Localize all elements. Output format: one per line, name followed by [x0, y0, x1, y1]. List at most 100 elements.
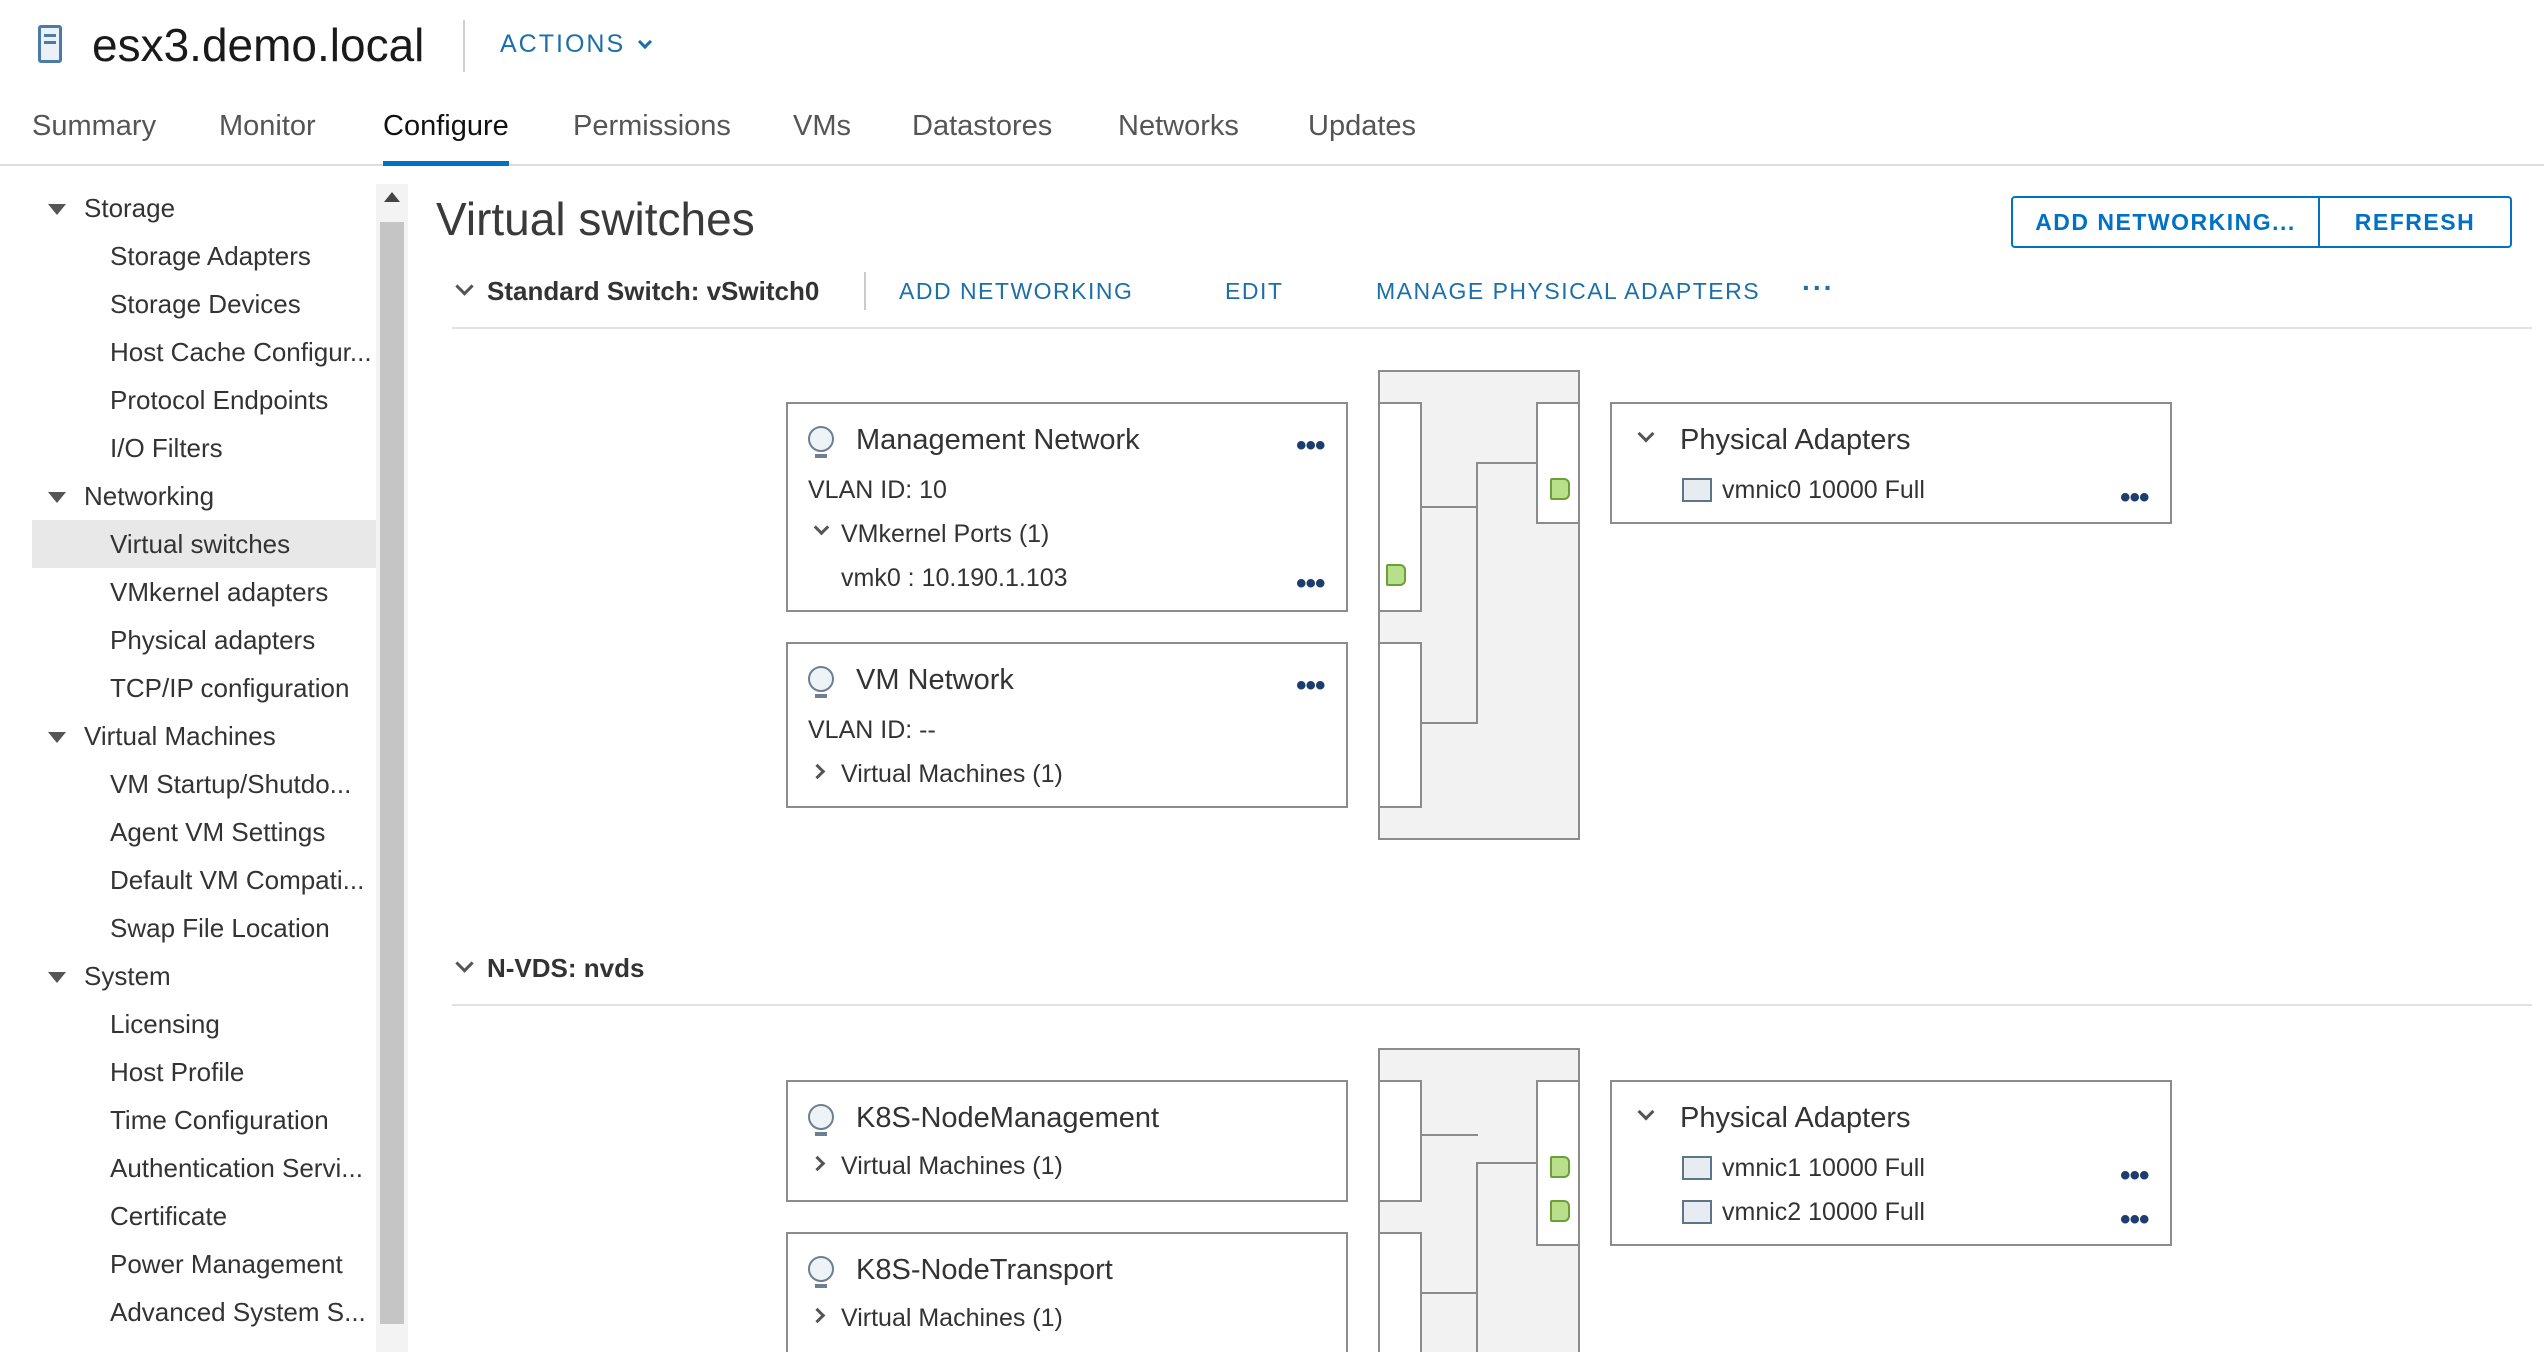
caret-down-icon[interactable]: [48, 204, 66, 215]
edit-link[interactable]: EDIT: [1225, 278, 1283, 305]
nic-label[interactable]: vmnic2 10000 Full: [1722, 1198, 1925, 1227]
sidebar-item-default-vm-compati[interactable]: Default VM Compati...: [32, 856, 376, 904]
sidebar-item-licensing[interactable]: Licensing: [32, 1000, 376, 1048]
tab-networks[interactable]: Networks: [1118, 110, 1239, 166]
sidebar-item-vmkernel-adapters[interactable]: VMkernel adapters: [32, 568, 376, 616]
caret-down-icon[interactable]: [48, 492, 66, 503]
connector-line: [1420, 1292, 1478, 1294]
vmkernel-ports-toggle[interactable]: VMkernel Ports (1): [841, 520, 1049, 549]
sidebar-item-label: Virtual Machines: [84, 721, 276, 751]
uplink-port-icon[interactable]: [1550, 1200, 1570, 1222]
vmk-port[interactable]: vmk0 : 10.190.1.103: [841, 564, 1068, 593]
chevron-down-icon[interactable]: [455, 277, 474, 296]
more-options-icon[interactable]: •••: [1296, 671, 1325, 701]
sidebar-item-advanced-system-s[interactable]: Advanced System S...: [32, 1288, 376, 1336]
caret-down-icon[interactable]: [48, 732, 66, 743]
sidebar-item-host-cache-configur[interactable]: Host Cache Configur...: [32, 328, 376, 376]
tab-vms[interactable]: VMs: [793, 110, 851, 166]
scroll-up-icon[interactable]: [384, 192, 400, 202]
sidebar-group-networking[interactable]: Networking: [32, 472, 376, 520]
sidebar-item-label: I/O Filters: [110, 433, 223, 463]
tab-datastores[interactable]: Datastores: [912, 110, 1052, 166]
chevron-down-icon[interactable]: [1637, 1103, 1655, 1121]
more-options-icon[interactable]: •••: [1296, 569, 1325, 599]
portgroup-icon: [808, 1104, 834, 1136]
virtual-machines-toggle[interactable]: Virtual Machines (1): [841, 1152, 1063, 1181]
sidebar-item-certificate[interactable]: Certificate: [32, 1192, 376, 1240]
chevron-right-icon[interactable]: [809, 1307, 826, 1324]
vlan-id: VLAN ID: 10: [808, 476, 947, 504]
sidebar-item-vm-startup-shutdo[interactable]: VM Startup/Shutdo...: [32, 760, 376, 808]
scroll-thumb[interactable]: [380, 222, 404, 1324]
sidebar-item-label: Agent VM Settings: [110, 817, 326, 847]
portgroup-vm-network[interactable]: VM Network ••• VLAN ID: -- Virtual Machi…: [786, 642, 1348, 808]
sidebar-item-virtual-switches[interactable]: Virtual switches: [32, 520, 376, 568]
nic-label[interactable]: vmnic1 10000 Full: [1722, 1154, 1925, 1183]
switch-port-column: [1378, 1232, 1422, 1352]
more-actions-icon[interactable]: ···: [1802, 272, 1834, 304]
sidebar-item-power-management[interactable]: Power Management: [32, 1240, 376, 1288]
tab-configure[interactable]: Configure: [383, 110, 509, 166]
page-title: esx3.demo.local: [92, 19, 425, 71]
sidebar-item-label: Power Management: [110, 1249, 343, 1279]
refresh-button[interactable]: REFRESH: [2320, 198, 2510, 246]
more-options-icon[interactable]: •••: [1296, 431, 1325, 461]
virtual-machines-toggle[interactable]: Virtual Machines (1): [841, 760, 1063, 789]
portgroup-k8s-nodemanagement[interactable]: K8S-NodeManagement Virtual Machines (1): [786, 1080, 1348, 1202]
tab-summary[interactable]: Summary: [32, 110, 156, 166]
sidebar-item-agent-vm-settings[interactable]: Agent VM Settings: [32, 808, 376, 856]
chevron-down-icon: [638, 34, 653, 50]
connector-line: [1476, 462, 1478, 724]
sidebar-item-protocol-endpoints[interactable]: Protocol Endpoints: [32, 376, 376, 424]
sidebar-scrollbar[interactable]: [376, 184, 408, 1352]
nic-label[interactable]: vmnic0 10000 Full: [1722, 476, 1925, 505]
switch-port-column: [1378, 642, 1422, 808]
sidebar-item-label: VMkernel adapters: [110, 577, 329, 607]
vmkernel-port-icon[interactable]: [1386, 564, 1406, 586]
chevron-right-icon[interactable]: [809, 763, 826, 780]
nic-icon: [1682, 1156, 1712, 1180]
sidebar-item-storage-adapters[interactable]: Storage Adapters: [32, 232, 376, 280]
sidebar-item-swap-file-location[interactable]: Swap File Location: [32, 904, 376, 952]
chevron-right-icon[interactable]: [809, 1155, 826, 1172]
sidebar-item-label: Storage: [84, 193, 176, 223]
virtual-machines-toggle[interactable]: Virtual Machines (1): [841, 1304, 1063, 1333]
sidebar-item-time-configuration[interactable]: Time Configuration: [32, 1096, 376, 1144]
more-options-icon[interactable]: •••: [2120, 483, 2149, 513]
tab-updates[interactable]: Updates: [1308, 110, 1416, 166]
config-sidebar: Storage Storage Adapters Storage Devices Ho…: [32, 184, 408, 1352]
uplink-port-icon[interactable]: [1550, 478, 1570, 500]
chevron-down-icon[interactable]: [455, 954, 474, 973]
add-networking-link[interactable]: ADD NETWORKING: [899, 278, 1133, 305]
vlan-id: VLAN ID: --: [808, 716, 936, 744]
sidebar-item-label: VM Startup/Shutdo...: [110, 769, 352, 799]
sidebar-item-authentication-servi[interactable]: Authentication Servi...: [32, 1144, 376, 1192]
sidebar-item-i-o-filters[interactable]: I/O Filters: [32, 424, 376, 472]
chevron-down-icon[interactable]: [813, 519, 830, 536]
add-networking-button[interactable]: ADD NETWORKING...: [2013, 198, 2320, 246]
sidebar-group-system[interactable]: System: [32, 952, 376, 1000]
more-options-icon[interactable]: •••: [2120, 1161, 2149, 1191]
uplink-port-icon[interactable]: [1550, 1156, 1570, 1178]
tab-permissions[interactable]: Permissions: [573, 110, 731, 166]
more-options-icon[interactable]: •••: [2120, 1205, 2149, 1235]
sidebar-item-label: Host Profile: [110, 1057, 245, 1087]
sidebar-item-physical-adapters[interactable]: Physical adapters: [32, 616, 376, 664]
sidebar-item-label: Protocol Endpoints: [110, 385, 329, 415]
sidebar-item-host-profile[interactable]: Host Profile: [32, 1048, 376, 1096]
portgroup-k8s-nodetransport[interactable]: K8S-NodeTransport Virtual Machines (1): [786, 1232, 1348, 1352]
portgroup-icon: [808, 426, 834, 458]
uplink-port-column: [1536, 402, 1580, 524]
sidebar-group-storage[interactable]: Storage: [32, 184, 376, 232]
sidebar-group-virtual-machines[interactable]: Virtual Machines: [32, 712, 376, 760]
connector-line: [1476, 1162, 1478, 1352]
actions-menu-button[interactable]: ACTIONS: [500, 30, 653, 59]
caret-down-icon[interactable]: [48, 972, 66, 983]
divider: [452, 327, 2532, 329]
chevron-down-icon[interactable]: [1637, 425, 1655, 443]
portgroup-management-network[interactable]: Management Network ••• VLAN ID: 10 VMker…: [786, 402, 1348, 612]
sidebar-item-storage-devices[interactable]: Storage Devices: [32, 280, 376, 328]
tab-monitor[interactable]: Monitor: [219, 110, 316, 166]
manage-physical-adapters-link[interactable]: MANAGE PHYSICAL ADAPTERS: [1376, 278, 1760, 305]
sidebar-item-tcp-ip-configuration[interactable]: TCP/IP configuration: [32, 664, 376, 712]
